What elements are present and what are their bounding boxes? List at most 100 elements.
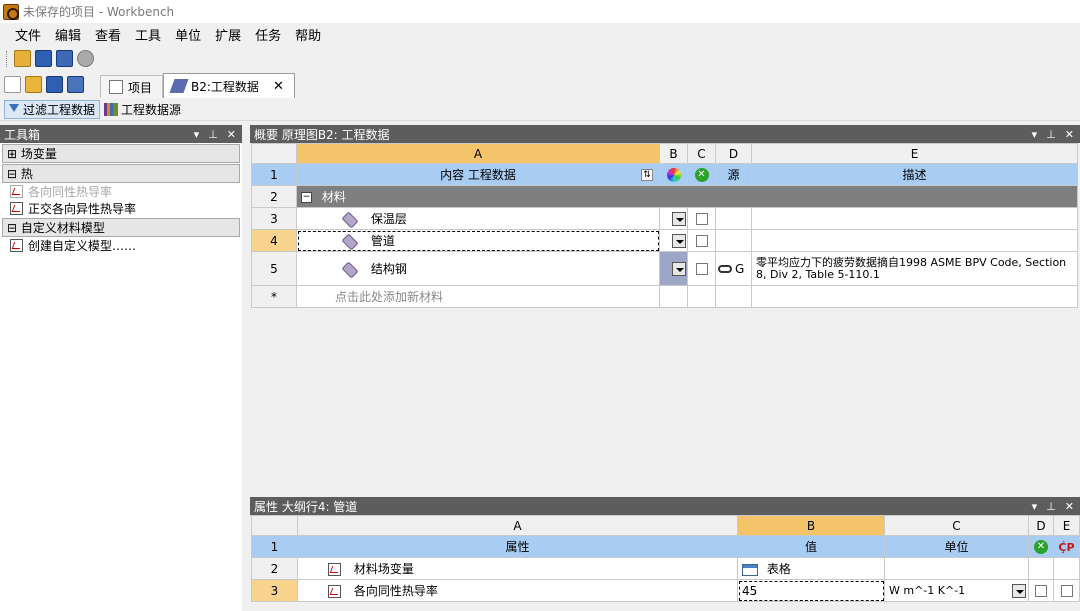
row-number[interactable]: 3 [251,579,298,602]
suppress-checkbox[interactable] [695,213,708,225]
property-cell[interactable]: 各向同性热导率 [297,579,738,602]
tab-project[interactable]: 项目 [100,75,164,98]
row-number[interactable]: 3 [251,207,297,230]
menu-jobs[interactable]: 任务 [248,25,288,44]
material-name-cell[interactable]: 结构钢 [296,251,660,286]
suppress-cell[interactable] [687,207,716,230]
menu-units[interactable]: 单位 [168,25,208,44]
description-cell: 零平均应力下的疲劳数据摘自1998 ASME BPV Code, Section… [751,251,1078,286]
row-number[interactable]: 1 [251,163,297,186]
toolbox-item-create-custom-model[interactable]: 创建自定义模型…… [0,237,242,254]
dropdown-arrow-icon[interactable] [672,233,686,248]
table-row[interactable]: 3 保温层 [251,207,1078,230]
table-row[interactable]: 5 结构钢 G 零平均应力下的疲劳数据摘自1998 ASME BPV Code,… [251,251,1078,286]
row-number[interactable]: * [251,285,297,308]
column-header-e[interactable]: E [1053,515,1080,536]
suppress-cell[interactable] [687,251,716,286]
add-material-cell[interactable]: 点击此处添加新材料 [296,285,660,308]
source-label: G [735,261,745,276]
contents-header-label: 内容 工程数据 [440,168,516,182]
column-header-a[interactable]: A [297,515,738,536]
pin-icon[interactable]: ⊥ [1046,128,1056,141]
value-cell[interactable]: 表格 [737,557,885,580]
parameter-checkbox[interactable] [1060,585,1073,597]
color-cell[interactable] [659,207,688,230]
column-header-b[interactable]: B [659,143,688,164]
column-header-b[interactable]: B [737,515,885,536]
color-cell[interactable] [659,229,688,252]
suppress-checkbox[interactable] [695,263,708,275]
engineering-data-sources-button[interactable]: 工程数据源 [104,101,181,118]
menu-view[interactable]: 查看 [88,25,128,44]
row-number[interactable]: 2 [251,557,298,580]
property-cell[interactable]: 材料场变量 [297,557,738,580]
dropdown-arrow-icon[interactable] [672,261,686,276]
menu-file[interactable]: 文件 [8,25,48,44]
column-header-d[interactable]: D [715,143,752,164]
parameter-header: ḈP [1053,535,1080,558]
suppress-checkbox[interactable] [1035,585,1047,597]
parameter-cell[interactable] [1053,579,1080,602]
menu-extensions[interactable]: 扩展 [208,25,248,44]
close-icon[interactable]: ✕ [227,128,236,141]
table-row[interactable]: 2 材料场变量 表格 [251,557,1080,580]
filter-engineering-data-button[interactable]: 过滤工程数据 [4,99,101,119]
panel-menu-icon[interactable]: ▾ [194,128,200,141]
column-header-e[interactable]: E [751,143,1078,164]
toolbar-grip[interactable] [6,50,8,67]
row-number[interactable]: 5 [251,251,297,286]
color-cell[interactable] [659,251,688,286]
close-icon[interactable]: ✕ [1065,500,1074,513]
pin-icon[interactable]: ⊥ [208,128,218,141]
material-name-cell[interactable]: 管道 [296,229,660,252]
open-folder-icon[interactable] [25,76,42,93]
save-icon[interactable] [46,76,63,93]
outline-title: 概要 原理图B2: 工程数据 [254,127,390,142]
row-number[interactable]: 1 [251,535,298,558]
panel-menu-icon[interactable]: ▾ [1032,128,1038,141]
sort-icon[interactable]: ⇅ [641,169,653,181]
suppress-cell[interactable] [687,229,716,252]
row-number[interactable]: 2 [251,185,297,208]
material-name-cell[interactable]: 保温层 [296,207,660,230]
panel-menu-icon[interactable]: ▾ [1032,500,1038,513]
toolbox-group-field-variables[interactable]: ⊞ 场变量 [2,144,240,163]
close-icon[interactable]: ✕ [1065,128,1074,141]
import-icon[interactable] [14,50,31,67]
report-icon[interactable] [67,76,84,93]
suppress-checkbox[interactable] [695,235,708,247]
category-cell[interactable]: − 材料 [296,185,1078,208]
menu-help[interactable]: 帮助 [288,25,328,44]
empty-cell [715,285,752,308]
tab-engineering-data[interactable]: B2:工程数据 ✕ [163,73,295,98]
save-as-icon[interactable] [56,50,73,67]
suppress-cell[interactable] [1028,579,1054,602]
project-schematic-icon [109,80,123,94]
save-icon[interactable] [35,50,52,67]
unit-dropdown-icon[interactable] [1012,584,1026,598]
menu-tools[interactable]: 工具 [128,25,168,44]
table-row[interactable]: 3 各向同性热导率 45 W m^-1 K^-1 [251,579,1080,602]
column-header-a[interactable]: A [296,143,660,164]
toolbox-group-thermal[interactable]: ⊟ 热 [2,164,240,183]
column-header-d[interactable]: D [1028,515,1054,536]
row-number[interactable]: 4 [251,229,297,252]
refresh-icon[interactable] [77,50,94,67]
unit-cell[interactable]: W m^-1 K^-1 [884,579,1029,602]
column-header-c[interactable]: C [687,143,716,164]
pin-icon[interactable]: ⊥ [1046,500,1056,513]
column-header-row: A B C D E [251,515,1080,536]
value-input[interactable]: 45 [737,579,885,602]
table-row[interactable]: 4 管道 [251,229,1078,252]
add-material-row[interactable]: * 点击此处添加新材料 [251,285,1078,308]
toolbox-group-custom-material-models[interactable]: ⊟ 自定义材料模型 [2,218,240,237]
new-project-icon[interactable] [4,76,21,93]
collapse-icon[interactable]: − [301,192,312,203]
toolbox-item-orthotropic-conductivity[interactable]: 正交各向异性热导率 [0,200,242,217]
property-value: 表格 [766,562,791,576]
dropdown-arrow-icon[interactable] [672,211,686,226]
tab-project-label: 项目 [128,80,153,95]
close-tab-icon[interactable]: ✕ [273,79,284,94]
column-header-c[interactable]: C [884,515,1029,536]
menu-edit[interactable]: 编辑 [48,25,88,44]
